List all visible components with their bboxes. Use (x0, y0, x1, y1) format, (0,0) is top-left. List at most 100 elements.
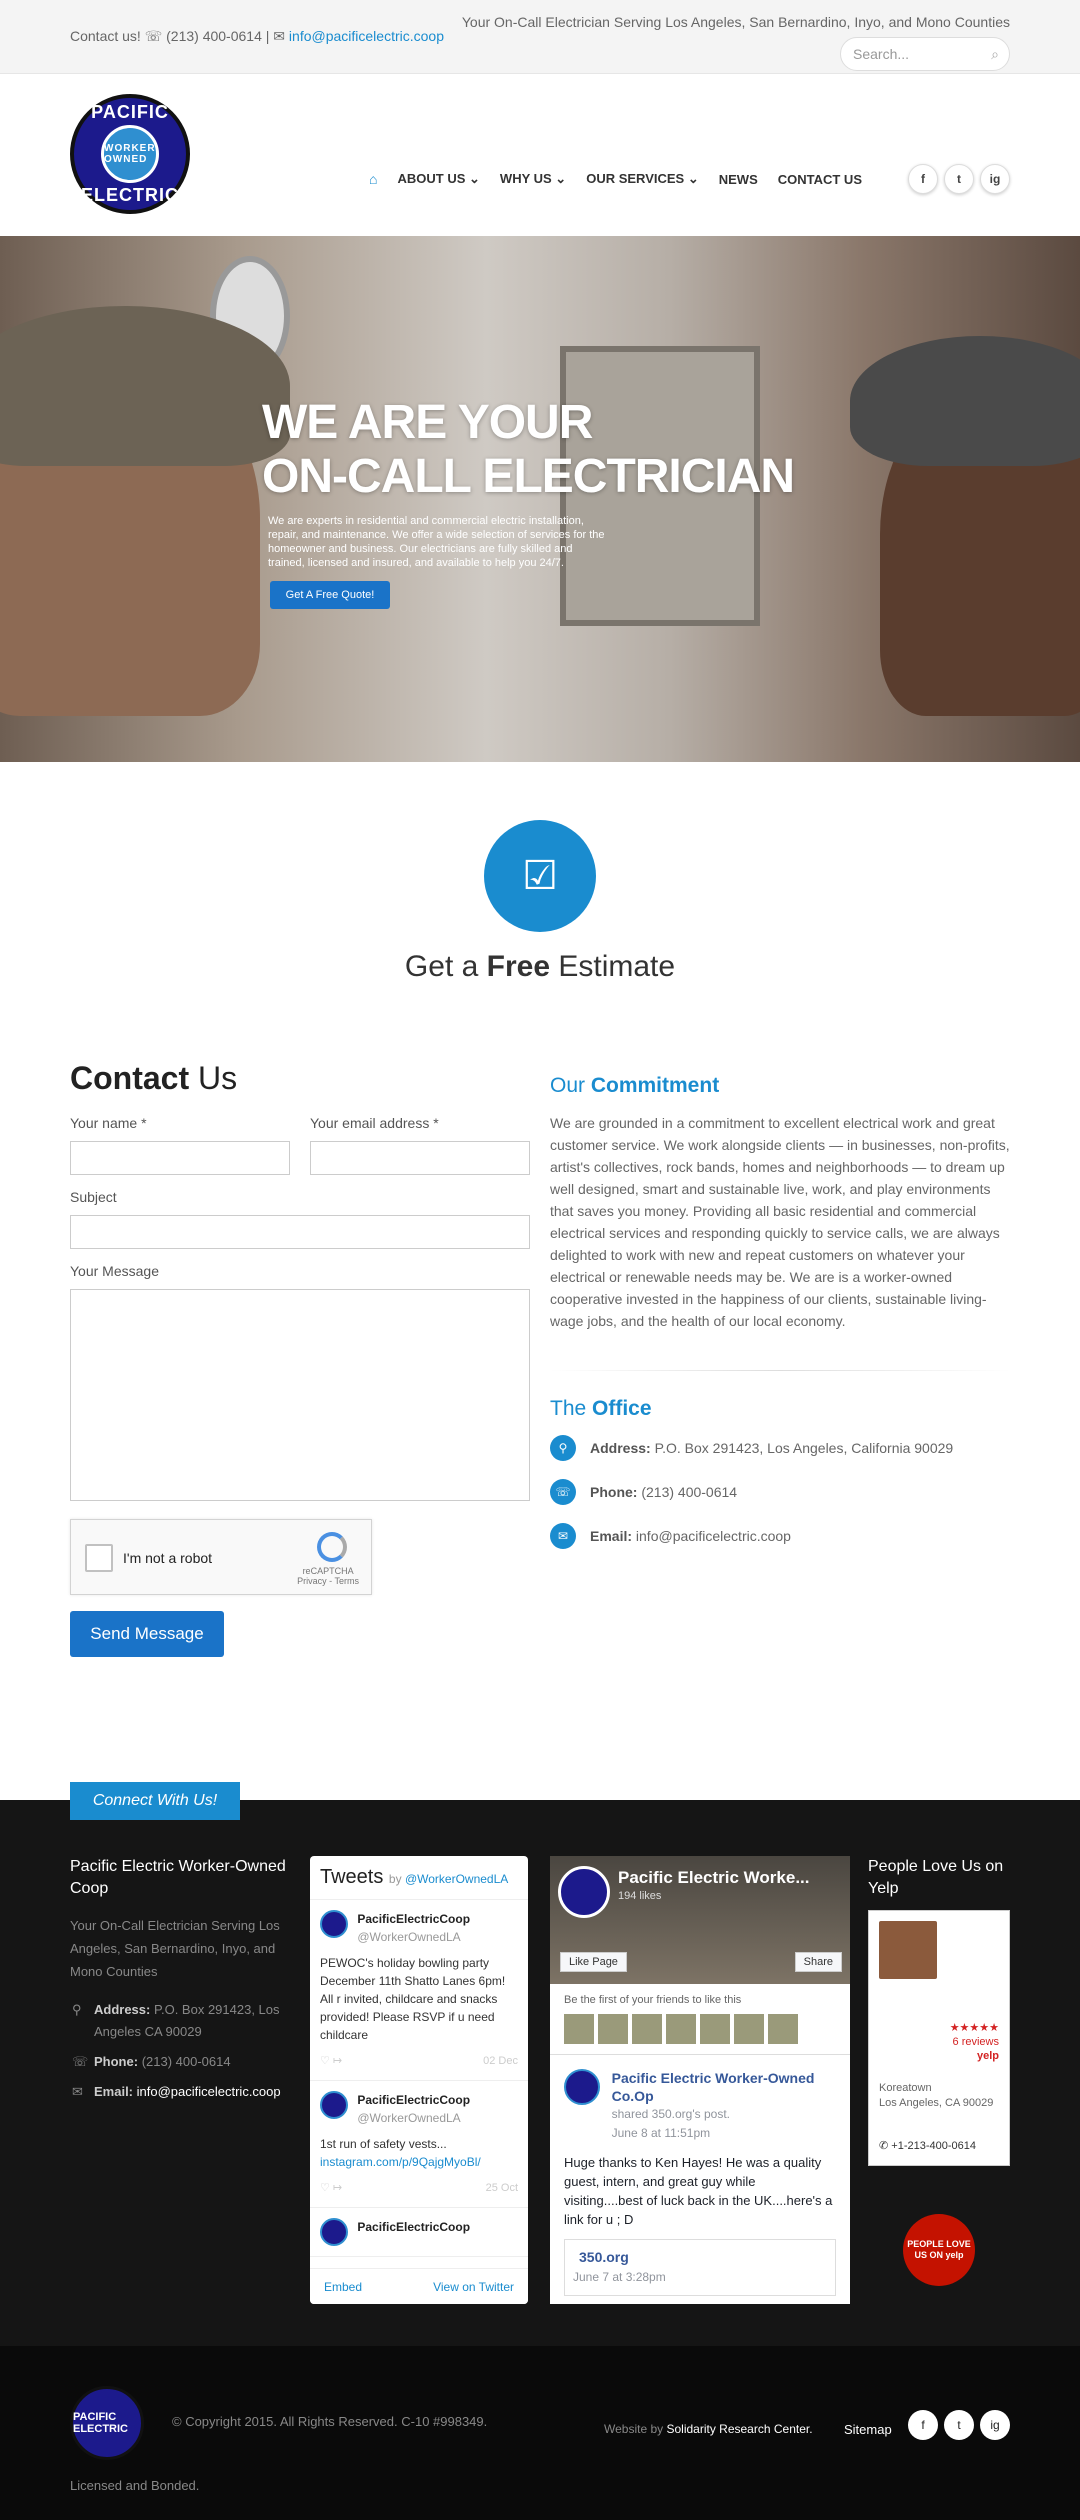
checkbox-icon[interactable]: ☑ (484, 820, 596, 932)
home-icon[interactable]: ⌂ (369, 171, 377, 187)
search-placeholder: Search... (853, 46, 910, 62)
twitter-icon[interactable]: t (944, 2410, 974, 2440)
top-bar: Contact us! ☏ (213) 400-0614 | ✉ info@pa… (0, 0, 1080, 74)
email-icon: ✉ (550, 1523, 576, 1549)
contact-form: Contact Us Your name * Your email addres… (70, 1060, 530, 1657)
commitment-body: We are grounded in a commitment to excel… (550, 1115, 1010, 1329)
topbar-contact: Contact us! ☏ (213) 400-0614 | ✉ info@pa… (70, 28, 444, 44)
hero-image-hat-right (850, 336, 1080, 466)
license-text: Licensed and Bonded. (70, 2478, 200, 2493)
tweet-link[interactable]: instagram.com/p/9QajgMyoBl/ (320, 2155, 481, 2169)
tweet[interactable]: PacificElectricCoop @WorkerOwnedLA PEWOC'… (310, 1900, 528, 2081)
footer-email-link[interactable]: info@pacificelectric.coop (137, 2084, 281, 2099)
location-icon: ⚲ (72, 2002, 82, 2017)
facebook-cover: Pacific Electric Worke... 194 likes Like… (550, 1856, 850, 1984)
send-message-button[interactable]: Send Message (70, 1611, 224, 1657)
bottom-bar: PACIFIC ELECTRIC © Copyright 2015. All R… (0, 2346, 1080, 2520)
facebook-icon[interactable]: f (908, 164, 938, 194)
reply-icon: ♡ ↦ (320, 2055, 343, 2067)
site-header: PACIFIC WORKER OWNED ELECTRIC ⌂ ABOUT US… (0, 74, 1080, 236)
footer-company-info: Pacific Electric Worker-Owned Coop Your … (70, 1856, 290, 2111)
footer-address: ⚲ Address: P.O. Box 291423, Los Angeles C… (70, 1999, 290, 2043)
avatar (320, 1910, 348, 1938)
tweet[interactable]: PacificElectricCoop @WorkerOwnedLA 1st ru… (310, 2081, 528, 2208)
yelp-card[interactable]: ★★★★★ 6 reviews yelp Koreatown Los Angeles,… (868, 1910, 1010, 2166)
yelp-rating: ★★★★★ 6 reviews yelp (949, 2022, 999, 2062)
footer-social: f t ig (908, 2410, 1010, 2440)
phone-icon: ☏ (550, 1479, 576, 1505)
subject-field-group: Subject (70, 1189, 530, 1249)
yelp-badge[interactable]: PEOPLE LOVE US ON yelp (903, 2214, 975, 2286)
facebook-page-title[interactable]: Pacific Electric Worke... (618, 1868, 810, 1888)
phone-icon: ☏ (144, 28, 167, 44)
avatar (320, 2218, 348, 2246)
instagram-icon[interactable]: ig (980, 2410, 1010, 2440)
nav-contact-us[interactable]: CONTACT US (778, 172, 862, 187)
yelp-phone: ✆ +1-213-400-0614 (879, 2140, 976, 2152)
avatar (320, 2091, 348, 2119)
commitment-title: Our Commitment (550, 1074, 720, 1097)
recaptcha-links[interactable]: Privacy - Terms (297, 1576, 359, 1586)
facebook-icon[interactable]: f (908, 2410, 938, 2440)
subject-input[interactable] (70, 1215, 530, 1249)
recaptcha-label: I'm not a robot (123, 1550, 213, 1566)
recaptcha-icon (317, 1532, 347, 1562)
hero-body: We are experts in residential and commer… (268, 515, 605, 569)
search-icon[interactable]: ⌕ (991, 46, 999, 63)
nav-about-us[interactable]: ABOUT US ⌄ (398, 171, 480, 187)
facebook-likes: 194 likes (618, 1890, 662, 1902)
contact-section: Contact Us Your name * Your email addres… (0, 1030, 1080, 1774)
name-label: Your name * (70, 1115, 147, 1131)
tweets-footer: Embed View on Twitter (310, 2268, 528, 2304)
name-input[interactable] (70, 1141, 290, 1175)
sitemap-link[interactable]: Sitemap (844, 2422, 892, 2437)
estimate-heading[interactable]: Get a Free Estimate (0, 950, 1080, 984)
like-page-button[interactable]: Like Page (560, 1952, 627, 1972)
contact-label: Contact us! (70, 28, 141, 44)
yelp-title: People Love Us on Yelp (868, 1858, 1004, 1897)
email-icon: ✉ (273, 28, 289, 44)
view-on-twitter-link[interactable]: View on Twitter (433, 2280, 514, 2294)
nav-news[interactable]: NEWS (719, 172, 758, 187)
avatar[interactable] (564, 2069, 600, 2105)
site-logo[interactable]: PACIFIC WORKER OWNED ELECTRIC (70, 94, 190, 214)
topbar-email-link[interactable]: info@pacificelectric.coop (289, 28, 444, 44)
divider (550, 1370, 1010, 1371)
tweet[interactable]: PacificElectricCoop (310, 2208, 528, 2257)
footer-phone: ☏ Phone: (213) 400-0614 (70, 2051, 290, 2073)
email-input[interactable] (310, 1141, 530, 1175)
connect-banner: Connect With Us! (70, 1782, 240, 1820)
post-link-card[interactable]: 350.org June 7 at 3:28pm (564, 2239, 836, 2296)
nav-why-us[interactable]: WHY US ⌄ (500, 171, 566, 187)
recaptcha-checkbox[interactable] (85, 1544, 113, 1572)
office-phone: ☏ Phone: (213) 400-0614 (550, 1479, 1010, 1505)
search-input[interactable]: Search... ⌕ (840, 37, 1010, 71)
message-field-group: Your Message (70, 1263, 530, 1501)
post-author[interactable]: Pacific Electric Worker-Owned Co.Op (612, 2069, 832, 2105)
twitter-icon[interactable]: t (944, 164, 974, 194)
nav-our-services[interactable]: OUR SERVICES ⌄ (586, 171, 699, 187)
instagram-icon[interactable]: ig (980, 164, 1010, 194)
share-button[interactable]: Share (794, 1952, 842, 1972)
topbar-tagline: Your On-Call Electrician Serving Los Ang… (461, 14, 1010, 30)
email-field-group: Your email address * (310, 1115, 530, 1175)
embed-link[interactable]: Embed (324, 2280, 362, 2294)
twitter-handle-link[interactable]: @WorkerOwnedLA (405, 1872, 508, 1886)
message-textarea[interactable] (70, 1289, 530, 1501)
facebook-friends: Be the first of your friends to like thi… (550, 1984, 850, 2055)
name-field-group: Your name * (70, 1115, 290, 1175)
builder-link[interactable]: Solidarity Research Center. (666, 2422, 812, 2436)
yelp-location: Koreatown Los Angeles, CA 90029 (879, 2082, 994, 2109)
free-quote-button[interactable]: Get A Free Quote! (270, 581, 390, 609)
footer-email: ✉ Email: info@pacificelectric.coop (70, 2081, 290, 2103)
location-icon: ⚲ (550, 1435, 576, 1461)
copyright: © Copyright 2015. All Rights Reserved. C… (172, 2414, 488, 2429)
tweets-header: Tweets by @WorkerOwnedLA (310, 1856, 528, 1900)
facebook-page-avatar[interactable] (558, 1866, 610, 1918)
reply-icon: ♡ ↦ (320, 2182, 343, 2194)
email-icon: ✉ (72, 2084, 83, 2099)
main-nav: ⌂ ABOUT US ⌄ WHY US ⌄ OUR SERVICES ⌄ NEW… (369, 164, 1010, 194)
subject-label: Subject (70, 1189, 117, 1205)
info-column: Our Commitment We are grounded in a comm… (550, 1074, 1010, 1567)
footer-logo[interactable]: PACIFIC ELECTRIC (70, 2386, 144, 2460)
